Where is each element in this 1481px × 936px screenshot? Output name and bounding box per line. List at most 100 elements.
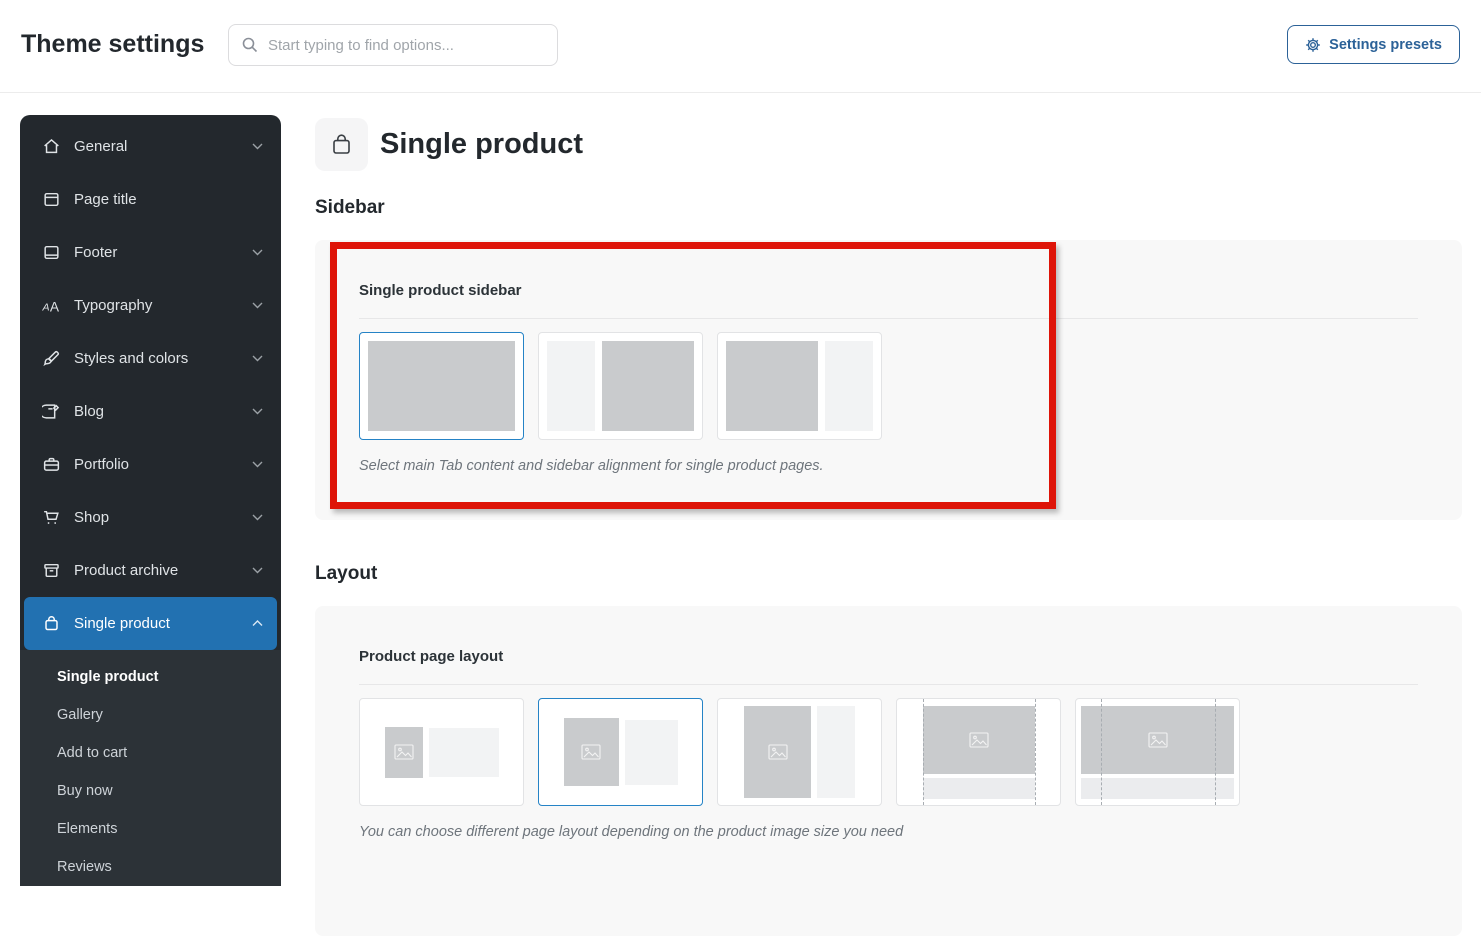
sidebar-item-product-archive[interactable]: Product archive	[20, 544, 281, 597]
sidebar-option-cards	[359, 332, 882, 440]
content-block	[726, 341, 818, 431]
chevron-down-icon	[252, 408, 263, 415]
svg-text:A: A	[42, 301, 50, 313]
sidebar-item-label: Single product	[74, 615, 170, 632]
page-title: Theme settings	[21, 30, 205, 58]
submenu-item-reviews[interactable]: Reviews	[20, 848, 281, 886]
sidebar-item-footer[interactable]: Footer	[20, 226, 281, 279]
search-icon	[242, 37, 258, 53]
sidebar-item-label: Footer	[74, 244, 118, 261]
chevron-down-icon	[252, 249, 263, 256]
sidebar-section-heading: Sidebar	[315, 197, 385, 218]
content-block	[602, 341, 694, 431]
image-icon	[767, 744, 788, 760]
page-title-icon	[42, 190, 61, 209]
option-layout-large-image[interactable]	[717, 698, 882, 806]
submenu-item-elements[interactable]: Elements	[20, 810, 281, 848]
image-icon	[393, 744, 414, 760]
single-product-submenu: Single product Gallery Add to cart Buy n…	[20, 650, 281, 886]
submenu-item-label: Reviews	[57, 859, 112, 875]
submenu-item-gallery[interactable]: Gallery	[20, 696, 281, 734]
chevron-down-icon	[252, 355, 263, 362]
guide-line	[1101, 699, 1102, 805]
option-layout-wide-image-full[interactable]	[1075, 698, 1240, 806]
guide-line	[923, 699, 924, 805]
field-description: Select main Tab content and sidebar alig…	[359, 458, 824, 474]
image-icon	[1147, 732, 1168, 748]
content-block	[368, 341, 515, 431]
main-content: Single product Sidebar Single product si…	[281, 94, 1481, 936]
gear-icon	[1306, 37, 1320, 52]
option-no-sidebar[interactable]	[359, 332, 524, 440]
option-layout-small-image[interactable]	[359, 698, 524, 806]
top-header: Theme settings Settings presets	[0, 0, 1481, 93]
blog-icon	[42, 402, 61, 421]
search-input[interactable]	[268, 36, 545, 54]
chevron-down-icon	[252, 567, 263, 574]
chevron-down-icon	[252, 143, 263, 150]
submenu-item-label: Elements	[57, 821, 118, 837]
chevron-down-icon	[252, 461, 263, 468]
summary-block	[624, 719, 678, 785]
option-layout-wide-image-boxed[interactable]	[896, 698, 1061, 806]
summary-block	[428, 727, 499, 777]
settings-presets-label: Settings presets	[1329, 36, 1442, 53]
settings-presets-button[interactable]: Settings presets	[1287, 25, 1460, 64]
sidebar-item-label: Typography	[74, 297, 153, 314]
product-image-block	[1081, 706, 1234, 774]
submenu-item-label: Buy now	[57, 783, 113, 799]
bag-icon	[328, 131, 355, 158]
layout-option-cards	[359, 698, 1240, 806]
option-sidebar-right[interactable]	[717, 332, 882, 440]
archive-icon	[42, 561, 61, 580]
sidebar-item-label: Portfolio	[74, 456, 130, 473]
divider	[359, 318, 1418, 319]
sidebar-item-label: Product archive	[74, 562, 179, 579]
options-search[interactable]	[228, 24, 558, 66]
submenu-item-label: Gallery	[57, 707, 103, 723]
portfolio-icon	[42, 455, 61, 474]
product-image-block	[563, 718, 619, 786]
submenu-item-single-product[interactable]: Single product	[20, 658, 281, 696]
submenu-item-buy-now[interactable]: Buy now	[20, 772, 281, 810]
sidebar-item-single-product[interactable]: Single product	[24, 597, 277, 650]
section-page-title: Single product	[380, 128, 583, 160]
submenu-item-label: Add to cart	[57, 745, 128, 761]
product-image-block	[384, 726, 423, 778]
summary-block	[817, 706, 855, 798]
image-icon	[969, 732, 989, 748]
sidebar-item-portfolio[interactable]: Portfolio	[20, 438, 281, 491]
layout-section-heading: Layout	[315, 563, 378, 584]
bag-icon	[42, 614, 61, 633]
submenu-item-label: Single product	[57, 669, 159, 685]
settings-sidebar: General Page title Footer AA Typography …	[20, 115, 281, 886]
sidebar-item-label: General	[74, 138, 128, 155]
submenu-item-add-to-cart[interactable]: Add to cart	[20, 734, 281, 772]
option-sidebar-left[interactable]	[538, 332, 703, 440]
sidebar-item-styles-and-colors[interactable]: Styles and colors	[20, 332, 281, 385]
home-icon	[42, 137, 61, 156]
sidebar-item-label: Page title	[74, 191, 137, 208]
single-product-sidebar-panel: Single product sidebar Select main Tab c…	[315, 240, 1462, 520]
sidebar-item-blog[interactable]: Blog	[20, 385, 281, 438]
sidebar-item-shop[interactable]: Shop	[20, 491, 281, 544]
single-product-page-icon	[315, 118, 368, 171]
content-strip	[1081, 778, 1234, 799]
sidebar-item-label: Shop	[74, 509, 110, 526]
product-page-layout-panel: Product page layout You can choose diffe…	[315, 606, 1462, 936]
field-description: You can choose different page layout dep…	[359, 824, 904, 840]
cart-icon	[42, 508, 61, 527]
sidebar-item-page-title[interactable]: Page title	[20, 173, 281, 226]
option-layout-medium-image[interactable]	[538, 698, 703, 806]
typography-icon: AA	[42, 296, 61, 315]
content-strip	[923, 778, 1035, 799]
sidebar-item-typography[interactable]: AA Typography	[20, 279, 281, 332]
field-label: Product page layout	[359, 648, 504, 665]
sidebar-block	[825, 341, 873, 431]
chevron-down-icon	[252, 302, 263, 309]
sidebar-block	[547, 341, 595, 431]
guide-line	[1035, 699, 1036, 805]
image-icon	[581, 744, 601, 760]
field-label: Single product sidebar	[359, 282, 522, 299]
sidebar-item-general[interactable]: General	[20, 120, 281, 173]
